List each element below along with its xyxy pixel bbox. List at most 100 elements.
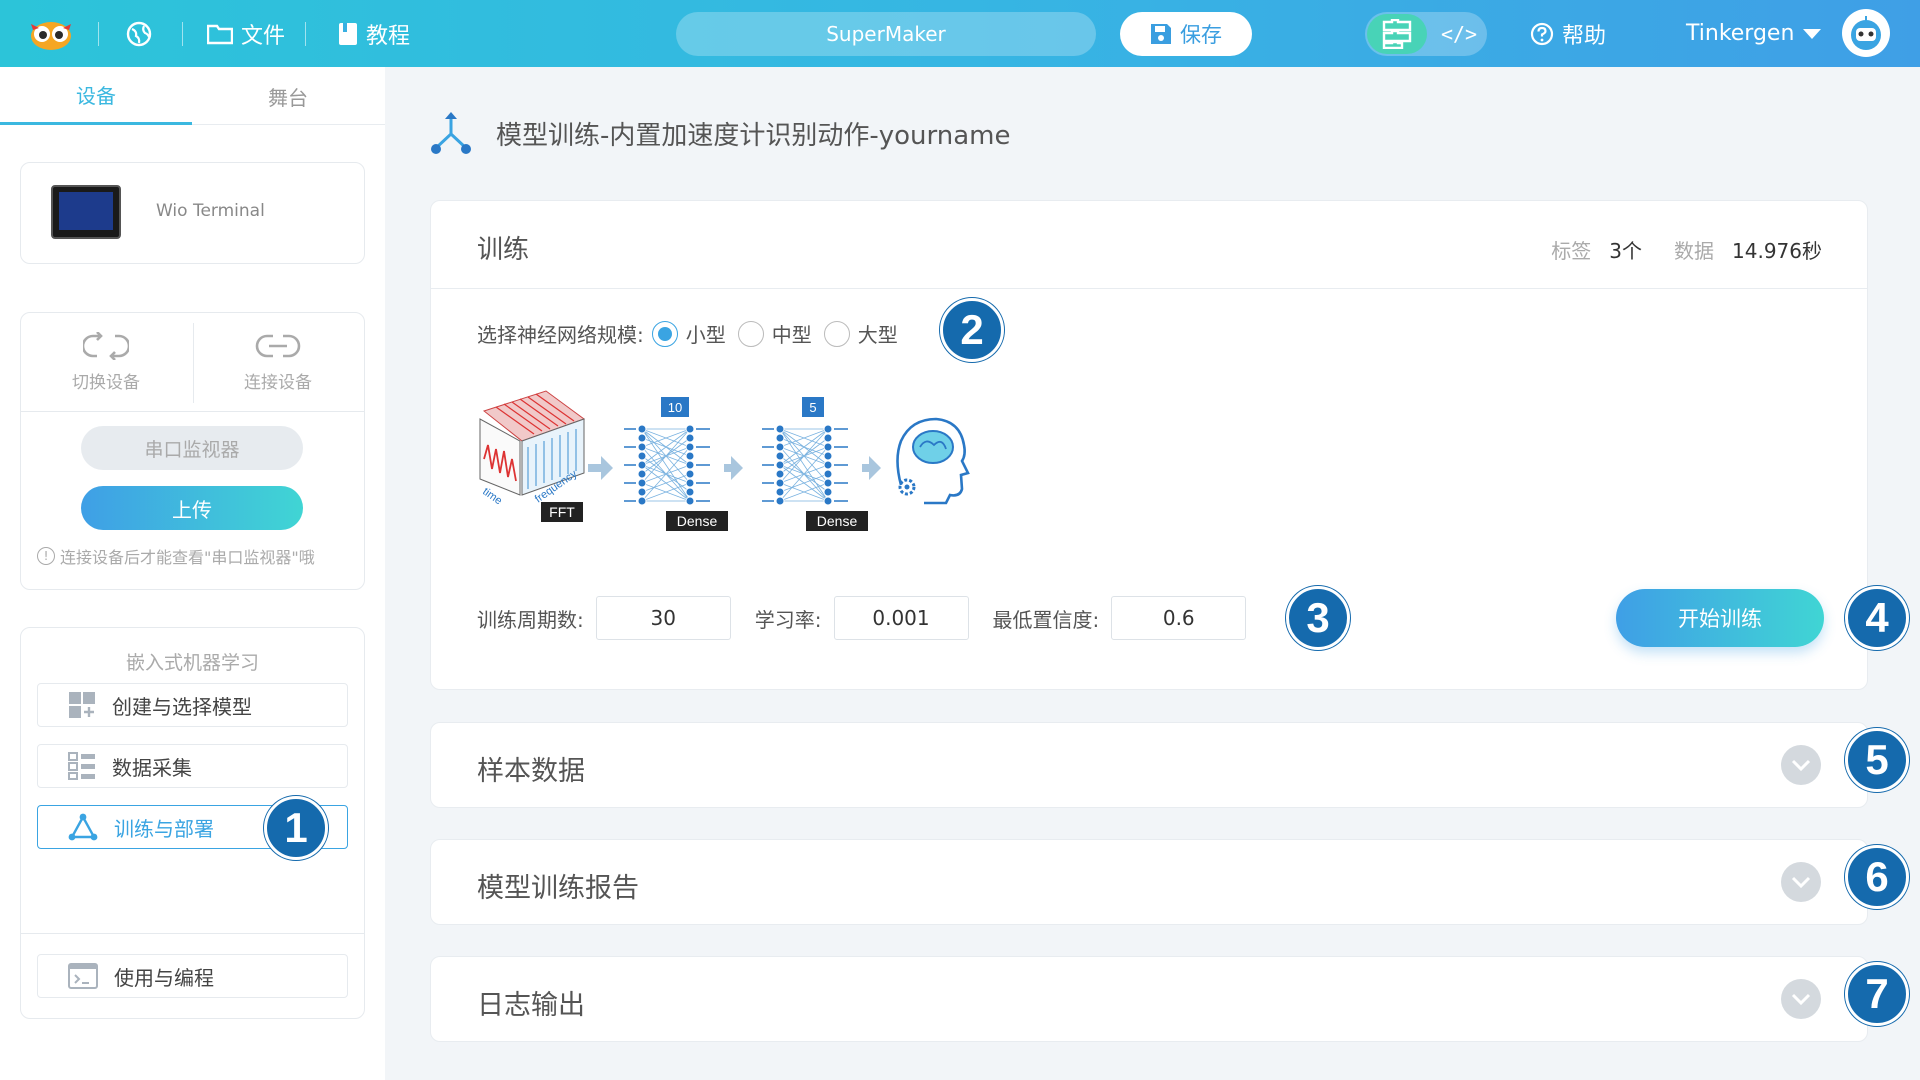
section-title: 日志输出 [477, 990, 585, 1021]
file-menu-label: 文件 [241, 23, 286, 49]
help-circle-icon [1530, 22, 1554, 45]
dense-layer-1: 10 Dense [624, 397, 728, 531]
dense-label: Dense [817, 513, 858, 529]
marker-6: 6 [1845, 845, 1909, 909]
epochs-label: 训练周期数: [477, 607, 584, 632]
tutorial-menu-label: 教程 [366, 23, 411, 49]
epochs-input[interactable]: 30 [595, 596, 731, 640]
network-scale-label: 选择神经网络规模: [477, 323, 644, 347]
serial-monitor-button[interactable]: 串口监视器 [81, 426, 303, 470]
save-button-label: 保存 [1180, 23, 1222, 47]
switch-device-button[interactable]: 切换设备 [21, 321, 191, 403]
upload-button[interactable]: 上传 [81, 486, 303, 530]
fft-label: FFT [549, 504, 575, 520]
network-scale-selector: 选择神经网络规模: 小型 中型 大型 [477, 319, 910, 348]
ml-title: 嵌入式机器学习 [125, 652, 259, 674]
model-training-icon [431, 112, 471, 154]
tab-stage[interactable]: 舞台 [192, 67, 384, 125]
ai-head-icon [896, 417, 970, 505]
owl-logo-icon [31, 21, 71, 50]
dense-label: Dense [677, 513, 718, 529]
avatar[interactable] [1842, 9, 1890, 57]
sidebar-item-label: 数据采集 [112, 755, 192, 780]
sidebar-item-data-collection[interactable]: 数据采集 [37, 744, 348, 788]
sidebar-item-use-program[interactable]: 使用与编程 [37, 954, 348, 998]
marker-5: 5 [1845, 728, 1909, 792]
grid-add-icon [69, 692, 95, 718]
time-axis-label: time [480, 486, 504, 508]
block-icon [1382, 19, 1412, 49]
globe-button[interactable] [126, 0, 152, 67]
switch-icon [83, 331, 129, 360]
sidebar-item-label: 使用与编程 [114, 965, 214, 990]
device-ops-card: 切换设备 连接设备 串口监视器 上传 ! 连接设备后才能查看"串口监视器"哦 [20, 312, 365, 590]
tutorial-menu[interactable]: 教程 [338, 0, 410, 67]
page-title: 模型训练-内置加速度计识别动作-yourname [430, 110, 1011, 156]
scale-radio-medium[interactable]: 中型 [737, 319, 812, 348]
user-menu[interactable]: Tinkergen [1686, 0, 1822, 67]
tab-device[interactable]: 设备 [0, 67, 192, 125]
help-label: 帮助 [1562, 23, 1607, 49]
scale-option-label: 中型 [771, 323, 812, 347]
network-architecture-diagram: time frequency FFT 10 Dense 5 Dense [479, 390, 970, 531]
expand-chevron-button[interactable] [1781, 979, 1821, 1019]
radio-unchecked-icon [823, 320, 850, 347]
chevron-down-icon [1791, 759, 1811, 771]
start-training-button[interactable]: 开始训练 [1616, 589, 1824, 647]
network-triangle-icon [68, 813, 98, 841]
sidebar: 设备 舞台 Wio Terminal 切换设备 连接设备 串口监视器 上传 ! [0, 67, 385, 1080]
book-icon [339, 22, 357, 45]
data-list-icon [68, 752, 95, 780]
user-name: Tinkergen [1686, 21, 1795, 46]
marker-2: 2 [940, 298, 1004, 362]
device-card[interactable]: Wio Terminal [20, 162, 365, 264]
radio-unchecked-icon [737, 320, 764, 347]
train-panel: 训练 标签 3个 数据 14.976秒 选择神经网络规模: 小型 中型 大型 t… [430, 200, 1868, 690]
globe-icon [126, 21, 152, 46]
expand-chevron-button[interactable] [1781, 862, 1821, 902]
sidebar-item-label: 创建与选择模型 [112, 694, 252, 719]
training-report-section[interactable]: 模型训练报告 [430, 839, 1868, 925]
project-name[interactable]: SuperMaker [676, 12, 1096, 56]
dense2-units: 5 [809, 400, 816, 415]
help-menu[interactable]: 帮助 [1530, 0, 1606, 67]
connect-device-button[interactable]: 连接设备 [193, 321, 363, 403]
scale-option-label: 大型 [857, 323, 898, 347]
learning-rate-input[interactable]: 0.001 [833, 596, 969, 640]
file-menu[interactable]: 文件 [207, 0, 285, 67]
scale-radio-large[interactable]: 大型 [823, 319, 898, 348]
chevron-down-icon [1791, 876, 1811, 888]
scale-radio-small[interactable]: 小型 [651, 319, 726, 348]
connect-hint: ! 连接设备后才能查看"串口监视器"哦 [37, 544, 315, 568]
code-mode-button[interactable]: </> [1435, 12, 1483, 56]
marker-4: 4 [1845, 586, 1909, 650]
log-output-section[interactable]: 日志输出 [430, 956, 1868, 1042]
info-icon: ! [37, 547, 55, 565]
expand-chevron-button[interactable] [1781, 745, 1821, 785]
sidebar-item-create-model[interactable]: 创建与选择模型 [37, 683, 348, 727]
wio-terminal-image [51, 185, 121, 239]
scale-option-label: 小型 [685, 323, 726, 347]
sample-data-section[interactable]: 样本数据 [430, 722, 1868, 808]
block-mode-button[interactable] [1367, 14, 1427, 54]
caret-down-icon [1803, 28, 1822, 39]
flow-arrows [588, 456, 881, 480]
min-confidence-input[interactable]: 0.6 [1111, 596, 1247, 640]
min-confidence-label: 最低置信度: [992, 607, 1100, 632]
folder-icon [207, 24, 233, 44]
section-title: 模型训练报告 [477, 873, 639, 904]
data-duration: 14.976秒 [1732, 239, 1822, 263]
link-icon [255, 334, 301, 357]
connect-device-label: 连接设备 [244, 372, 312, 393]
device-name: Wio Terminal [156, 201, 265, 221]
sidebar-tabs: 设备 舞台 [0, 67, 385, 125]
top-bar: 文件 教程 SuperMaker 保存 </> 帮助 Tinkergen [0, 0, 1920, 67]
save-button[interactable]: 保存 [1120, 12, 1252, 56]
app-logo[interactable] [28, 0, 74, 67]
page-title-text: 模型训练-内置加速度计识别动作-yourname [496, 120, 1011, 151]
editor-mode-toggle[interactable]: </> [1365, 12, 1487, 56]
project-name-text: SuperMaker [826, 22, 946, 46]
save-disk-icon [1151, 24, 1171, 44]
train-stats: 标签 3个 数据 14.976秒 [1551, 235, 1822, 264]
section-title: 样本数据 [477, 756, 585, 787]
